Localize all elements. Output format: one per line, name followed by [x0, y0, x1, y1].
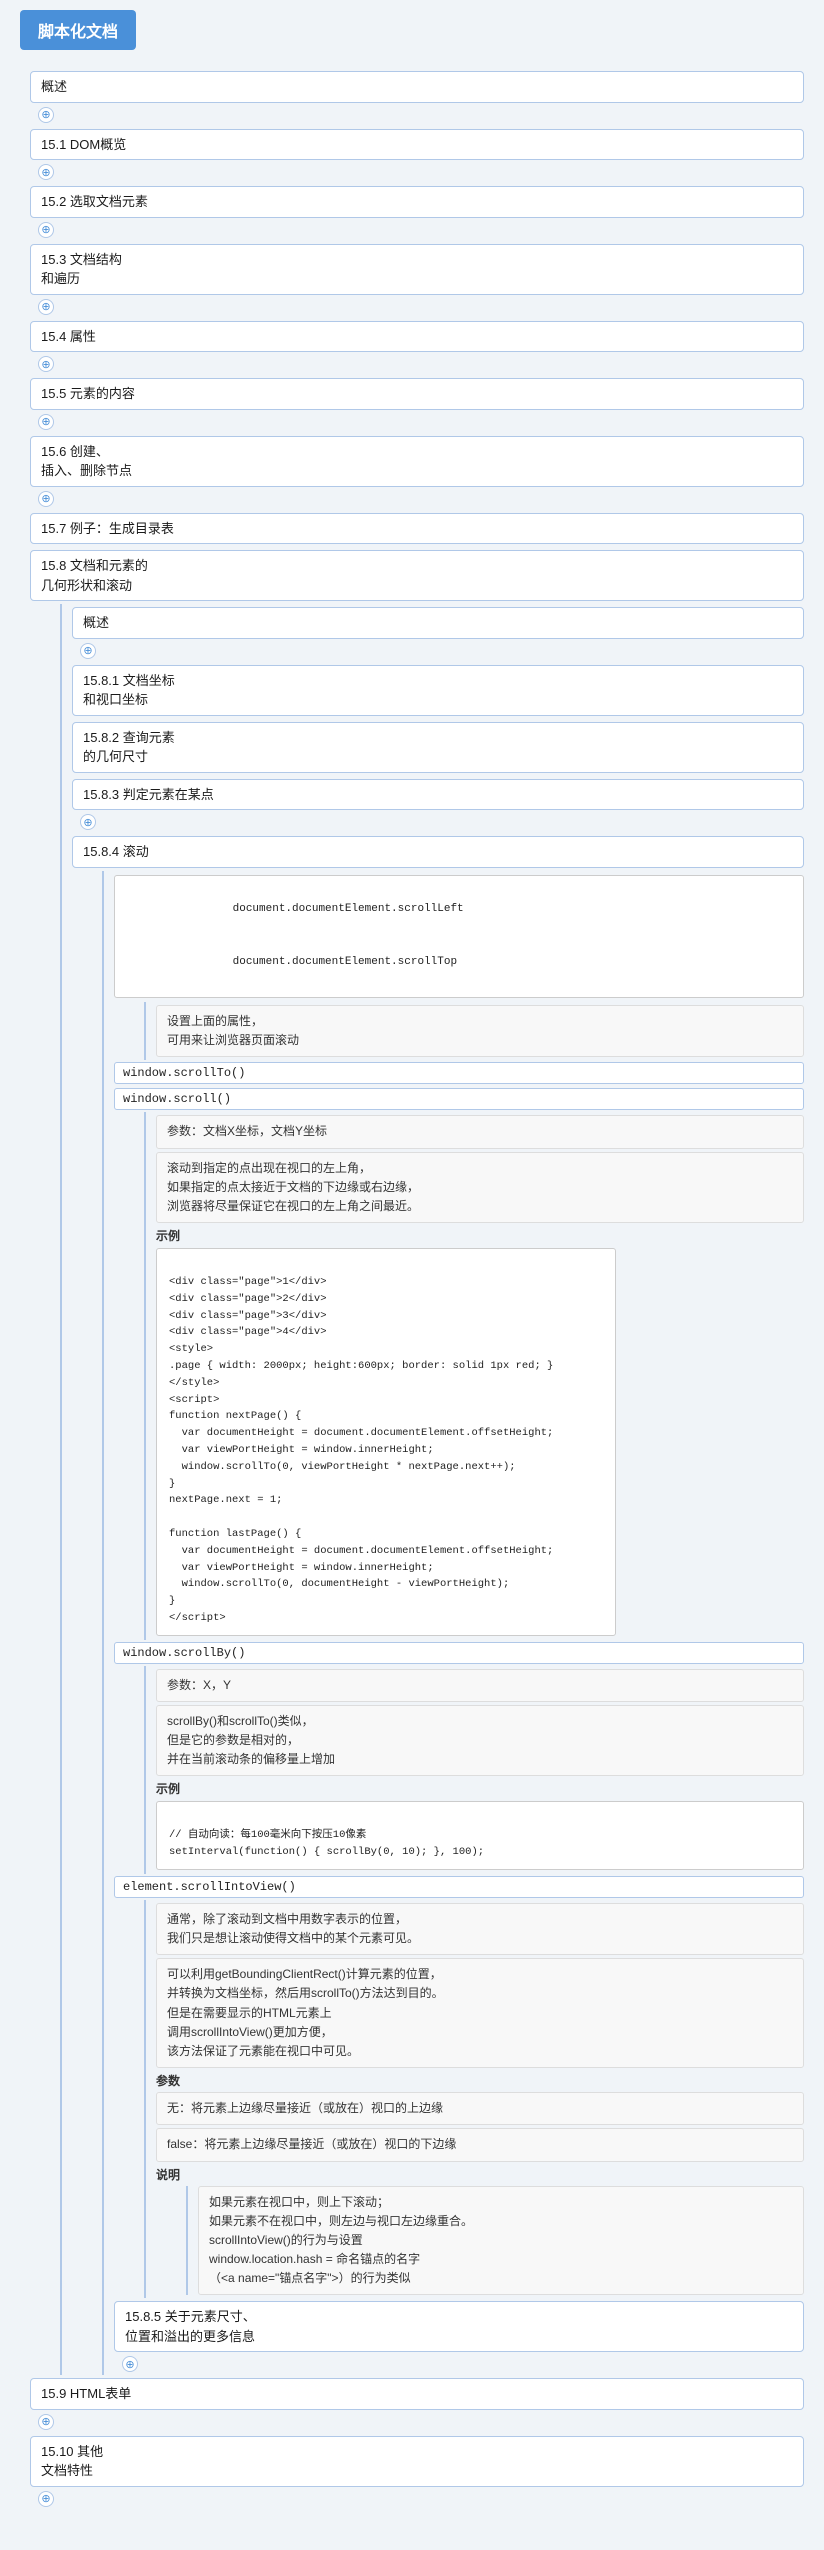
node-15-8-overview: 概述 ⊕ — [72, 604, 804, 662]
label-15-8-3[interactable]: 15.8.3 判定元素在某点 — [72, 779, 804, 811]
scroll-prop-desc: 设置上面的属性， 可用来让浏览器页面滚动 — [156, 1005, 804, 1057]
scrollby-block: window.scrollBy() 参数：X，Y scrollBy()和scro… — [114, 1640, 804, 1874]
page-wrapper: 脚本化文档 概述 ⊕ 15.1 DOM概览 ⊕ 15.2 选取文档元素 ⊕ 15… — [0, 0, 824, 2550]
scroll-into-view-desc2: 可以利用getBoundingClientRect()计算元素的位置， 并转换为… — [156, 1958, 804, 2068]
label-15-8-5[interactable]: 15.8.5 关于元素尺寸、 位置和溢出的更多信息 — [114, 2301, 804, 2352]
label-15-8-4[interactable]: 15.8.4 滚动 — [72, 836, 804, 868]
node-15-2: 15.2 选取文档元素 ⊕ — [30, 183, 804, 241]
node-overview: 概述 ⊕ — [30, 68, 804, 126]
scroll-methods-details: 参数：文档X坐标，文档Y坐标 滚动到指定的点出现在视口的左上角， 如果指定的点太… — [144, 1112, 804, 1639]
node-15-9: 15.9 HTML表单 ⊕ — [30, 2375, 804, 2433]
example-label-1: 示例 — [156, 1227, 804, 1244]
label-15-10[interactable]: 15.10 其他 文档特性 — [30, 2436, 804, 2487]
scroll-into-view-desc3: 如果元素在视口中，则上下滚动； 如果元素不在视口中，则左边与视口左边缘重合。 s… — [198, 2186, 804, 2296]
scroll-method-2[interactable]: window.scroll() — [114, 1088, 804, 1110]
node-15-10: 15.10 其他 文档特性 ⊕ — [30, 2433, 804, 2510]
children-15-8: 概述 ⊕ 15.8.1 文档坐标 和视口坐标 15.8.2 查询元素 的几何尺寸… — [60, 604, 804, 2375]
example-label-2: 示例 — [156, 1780, 804, 1797]
label-15-8-2[interactable]: 15.8.2 查询元素 的几何尺寸 — [72, 722, 804, 773]
node-15-1: 15.1 DOM概览 ⊕ — [30, 126, 804, 184]
expand-15-3[interactable]: ⊕ — [38, 299, 54, 315]
scrollby-method[interactable]: window.scrollBy() — [114, 1642, 804, 1664]
label-15-2[interactable]: 15.2 选取文档元素 — [30, 186, 804, 218]
param-none: 无：将元素上边缘尽量接近（或放在）视口的上边缘 — [156, 2092, 804, 2125]
desc-title: 说明 — [156, 2166, 804, 2183]
node-15-4: 15.4 属性 ⊕ — [30, 318, 804, 376]
page-title[interactable]: 脚本化文档 — [20, 10, 136, 50]
node-15-3: 15.3 文档结构 和遍历 ⊕ — [30, 241, 804, 318]
node-15-8-3: 15.8.3 判定元素在某点 ⊕ — [72, 776, 804, 834]
scroll-prop-annotation: 设置上面的属性， 可用来让浏览器页面滚动 — [144, 1002, 804, 1060]
node-15-6: 15.6 创建、 插入、删除节点 ⊕ — [30, 433, 804, 510]
expand-15-1[interactable]: ⊕ — [38, 164, 54, 180]
scroll-props-block: document.documentElement.scrollLeft docu… — [114, 871, 804, 1061]
overview-expand-icon[interactable]: ⊕ — [38, 107, 54, 123]
param-false: false：将元素上边缘尽量接近（或放在）视口的下边缘 — [156, 2128, 804, 2161]
node-15-8-5: 15.8.5 关于元素尺寸、 位置和溢出的更多信息 ⊕ — [114, 2298, 804, 2375]
label-15-4[interactable]: 15.4 属性 — [30, 321, 804, 353]
label-15-8[interactable]: 15.8 文档和元素的 几何形状和滚动 — [30, 550, 804, 601]
label-15-5[interactable]: 15.5 元素的内容 — [30, 378, 804, 410]
node-15-8: 15.8 文档和元素的 几何形状和滚动 概述 ⊕ 15.8.1 文档坐标 和视口… — [30, 547, 804, 2375]
label-15-9[interactable]: 15.9 HTML表单 — [30, 2378, 804, 2410]
scroll-methods-desc: 滚动到指定的点出现在视口的左上角， 如果指定的点太接近于文档的下边缘或右边缘， … — [156, 1152, 804, 1224]
node-15-8-1: 15.8.1 文档坐标 和视口坐标 — [72, 662, 804, 719]
label-15-7[interactable]: 15.7 例子：生成目录表 — [30, 513, 804, 545]
scroll-into-view-details: 通常，除了滚动到文档中用数字表示的位置， 我们只是想让滚动使得文档中的某个元素可… — [144, 1900, 804, 2299]
scroll-into-view-block: element.scrollIntoView() 通常，除了滚动到文档中用数字表… — [114, 1874, 804, 2299]
scroll-methods-block: window.scrollTo() window.scroll() 参数：文档X… — [114, 1060, 804, 1639]
overview-label[interactable]: 概述 — [30, 71, 804, 103]
scroll-into-view-inner: 如果元素在视口中，则上下滚动； 如果元素不在视口中，则左边与视口左边缘重合。 s… — [186, 2186, 804, 2296]
code-example-1: <div class="page">1</div> <div class="pa… — [156, 1248, 616, 1636]
node-15-8-2: 15.8.2 查询元素 的几何尺寸 — [72, 719, 804, 776]
scroll-into-view-method[interactable]: element.scrollIntoView() — [114, 1876, 804, 1898]
expand-15-2[interactable]: ⊕ — [38, 222, 54, 238]
params-title: 参数 — [156, 2072, 804, 2089]
label-15-1[interactable]: 15.1 DOM概览 — [30, 129, 804, 161]
label-15-8-1[interactable]: 15.8.1 文档坐标 和视口坐标 — [72, 665, 804, 716]
label-15-6[interactable]: 15.6 创建、 插入、删除节点 — [30, 436, 804, 487]
expand-15-5[interactable]: ⊕ — [38, 414, 54, 430]
code-example-2: // 自动向读：每100毫米向下按压10像素 setInterval(funct… — [156, 1801, 804, 1869]
expand-15-8-overview[interactable]: ⊕ — [80, 643, 96, 659]
node-15-8-4: 15.8.4 滚动 document.documentElement.scrol… — [72, 833, 804, 2375]
expand-15-8-5[interactable]: ⊕ — [122, 2356, 138, 2372]
scrollby-desc: scrollBy()和scrollTo()类似， 但是它的参数是相对的， 并在当… — [156, 1705, 804, 1777]
expand-15-6[interactable]: ⊕ — [38, 491, 54, 507]
scroll-prop1: document.documentElement.scrollLeft docu… — [114, 875, 804, 999]
tree-root: 概述 ⊕ 15.1 DOM概览 ⊕ 15.2 选取文档元素 ⊕ 15.3 文档结… — [30, 68, 804, 2510]
label-15-3[interactable]: 15.3 文档结构 和遍历 — [30, 244, 804, 295]
children-15-8-4: document.documentElement.scrollLeft docu… — [102, 871, 804, 2376]
node-15-5: 15.5 元素的内容 ⊕ — [30, 375, 804, 433]
scroll-params-label: 参数：文档X坐标，文档Y坐标 — [156, 1115, 804, 1148]
expand-15-4[interactable]: ⊕ — [38, 356, 54, 372]
expand-15-9[interactable]: ⊕ — [38, 2414, 54, 2430]
scroll-into-view-desc1: 通常，除了滚动到文档中用数字表示的位置， 我们只是想让滚动使得文档中的某个元素可… — [156, 1903, 804, 1955]
scroll-method-1[interactable]: window.scrollTo() — [114, 1062, 804, 1084]
node-15-7: 15.7 例子：生成目录表 — [30, 510, 804, 548]
expand-15-8-3[interactable]: ⊕ — [80, 814, 96, 830]
scrollby-details: 参数：X，Y scrollBy()和scrollTo()类似， 但是它的参数是相… — [144, 1666, 804, 1874]
scrollby-params: 参数：X，Y — [156, 1669, 804, 1702]
label-15-8-overview[interactable]: 概述 — [72, 607, 804, 639]
